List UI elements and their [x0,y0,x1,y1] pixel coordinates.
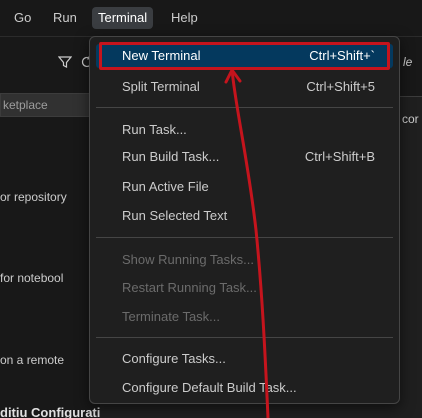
sidebar-text-notebook: for notebool [0,271,64,285]
menu-item-label: Run Active File [122,179,209,194]
filter-icon[interactable] [57,55,73,75]
menu-run[interactable]: Run [47,7,83,29]
menu-item-label: Show Running Tasks... [122,252,254,267]
menu-item-new-terminal[interactable]: New Terminal Ctrl+Shift+` [96,44,393,68]
menu-item-terminate-task: Terminate Task... [96,305,393,329]
menu-item-run-selected-text[interactable]: Run Selected Text [96,204,393,228]
menu-separator [96,237,393,238]
menu-item-run-build-task[interactable]: Run Build Task... Ctrl+Shift+B [96,145,393,169]
sidebar-section-heading: ditiu Configuratio [0,405,109,418]
menu-item-shortcut: Ctrl+Shift+` [309,48,375,63]
terminal-menu: New Terminal Ctrl+Shift+` Split Terminal… [89,36,400,404]
editor-divider [398,96,422,97]
menu-item-label: Split Terminal [122,79,200,94]
menu-separator [96,337,393,338]
menu-item-show-running-tasks: Show Running Tasks... [96,248,393,272]
menu-item-label: Configure Tasks... [122,351,226,366]
menu-item-label: Run Selected Text [122,208,228,223]
menu-item-configure-tasks[interactable]: Configure Tasks... [96,347,393,371]
extensions-search-input[interactable]: ketplace [0,93,100,117]
menu-item-run-task[interactable]: Run Task... [96,118,393,142]
editor-italic-text: le [403,55,413,69]
menu-item-label: New Terminal [122,48,201,63]
menu-go[interactable]: Go [8,7,37,29]
search-input-text: ketplace [3,98,48,112]
menu-item-label: Restart Running Task... [122,280,257,295]
menu-terminal[interactable]: Terminal [92,7,154,29]
menu-item-run-active-file[interactable]: Run Active File [96,175,393,199]
menu-item-label: Configure Default Build Task... [122,380,297,395]
sidebar-text-repository: or repository [0,190,67,204]
menu-item-restart-running-task: Restart Running Task... [96,276,393,300]
menu-item-label: Run Task... [122,122,187,137]
menu-item-shortcut: Ctrl+Shift+5 [306,79,375,94]
menu-item-label: Run Build Task... [122,149,220,164]
menu-bar: Go Run Terminal Help [0,0,422,37]
menu-item-label: Terminate Task... [122,309,221,324]
menu-help[interactable]: Help [165,7,204,29]
menu-item-configure-default-build-task[interactable]: Configure Default Build Task... [96,376,393,400]
sidebar-text-remote: on a remote [0,353,65,367]
editor-side-text: cor [402,112,419,126]
menu-separator [96,107,393,108]
menu-item-shortcut: Ctrl+Shift+B [304,149,375,164]
menu-item-split-terminal[interactable]: Split Terminal Ctrl+Shift+5 [96,75,393,99]
vscode-window: Go Run Terminal Help ketplace or reposit… [0,0,422,418]
